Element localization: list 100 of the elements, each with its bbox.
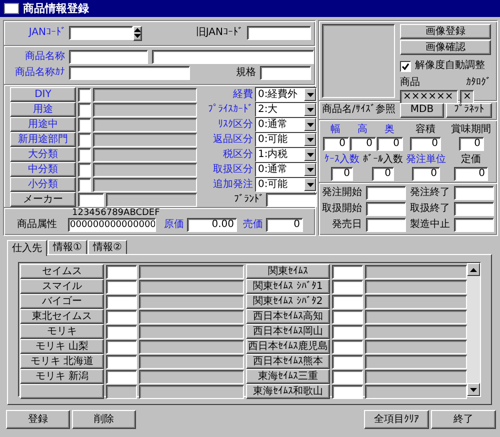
footer-button[interactable]: 登録	[6, 410, 70, 429]
code-field[interactable]	[106, 310, 137, 324]
display-field[interactable]	[93, 178, 197, 192]
scroll-down-button[interactable]	[467, 383, 480, 396]
supplier-button[interactable]: 関東ｾｲﾑｽ ｼﾊﾞﾀ2	[246, 294, 330, 309]
text-field[interactable]	[266, 192, 317, 206]
checkbox[interactable]	[400, 60, 411, 72]
code-field[interactable]	[106, 384, 137, 398]
text-field[interactable]: 0	[322, 137, 348, 151]
text-field[interactable]	[366, 202, 406, 216]
display-field[interactable]	[365, 310, 467, 324]
category-button[interactable]: 新用途部門	[10, 132, 76, 147]
display-field[interactable]	[139, 264, 244, 278]
display-field[interactable]	[139, 310, 244, 324]
dropdown-field[interactable]: 0:通常	[255, 117, 317, 132]
supplier-button[interactable]: 関東ｾｲﾑｽ	[246, 264, 330, 279]
supplier-button[interactable]: モリキ	[20, 324, 104, 339]
code-field[interactable]	[106, 354, 137, 368]
footer-button[interactable]: 削除	[72, 410, 136, 429]
display-field[interactable]	[139, 280, 244, 294]
text-field[interactable]	[366, 218, 406, 232]
supplier-button[interactable]: 東海ｾｲﾑｽ和歌山	[246, 384, 330, 399]
display-field[interactable]	[365, 324, 467, 338]
reference-button[interactable]: MDB	[400, 102, 444, 118]
category-button[interactable]: 大分類	[10, 147, 76, 162]
dropdown-field[interactable]: 0:可能	[255, 132, 317, 147]
tab[interactable]: 仕入先	[7, 240, 47, 256]
dropdown-field[interactable]: 0:通常	[255, 162, 317, 177]
text-field[interactable]: 0	[458, 137, 484, 151]
text-field[interactable]: 0	[331, 167, 353, 181]
tab[interactable]: 情報②	[88, 240, 127, 254]
code-field[interactable]	[332, 310, 363, 324]
category-button[interactable]: 用途中	[10, 117, 76, 132]
code-field[interactable]	[106, 264, 137, 278]
text-field[interactable]: 0	[266, 218, 303, 232]
supplier-button[interactable]: 西日本ｾｲﾑｽ熊本	[246, 354, 330, 369]
code-field[interactable]	[332, 384, 363, 398]
text-field[interactable]: 0	[376, 137, 402, 151]
text-field[interactable]: ××××××	[400, 90, 458, 104]
code-field[interactable]	[332, 340, 363, 354]
code-field[interactable]	[106, 280, 137, 294]
text-field[interactable]	[454, 218, 494, 232]
display-field[interactable]	[93, 118, 197, 132]
display-field[interactable]	[106, 192, 197, 206]
display-field[interactable]	[365, 370, 467, 384]
code-field[interactable]	[106, 340, 137, 354]
supplier-button[interactable]: 西日本ｾｲﾑｽ鹿児島	[246, 339, 330, 354]
dropdown-field[interactable]: 0:可能	[255, 177, 317, 192]
supplier-button[interactable]: 関東ｾｲﾑｽ ｼﾊﾞﾀ1	[246, 279, 330, 294]
display-field[interactable]	[365, 384, 467, 398]
code-field[interactable]	[78, 178, 91, 192]
display-field[interactable]	[365, 280, 467, 294]
display-field[interactable]	[139, 294, 244, 308]
code-field[interactable]	[106, 294, 137, 308]
code-field[interactable]	[78, 162, 91, 176]
dropdown-field[interactable]: 0:経費外	[255, 87, 317, 102]
category-button[interactable]: DIY	[10, 87, 76, 102]
text-field[interactable]	[454, 186, 494, 200]
footer-button[interactable]: 終了	[431, 410, 496, 429]
supplier-button[interactable]: モリキ 山梨	[20, 339, 104, 354]
code-field[interactable]	[78, 192, 104, 206]
code-field[interactable]	[78, 118, 91, 132]
code-field[interactable]	[332, 324, 363, 338]
text-field[interactable]	[69, 66, 190, 80]
display-field[interactable]	[139, 354, 244, 368]
supplier-button[interactable]: スマイル	[20, 279, 104, 294]
supplier-button[interactable]: 西日本ｾｲﾑｽ岡山	[246, 324, 330, 339]
code-field[interactable]	[332, 370, 363, 384]
blank-button[interactable]	[20, 384, 104, 399]
text-field[interactable]: ×	[460, 90, 474, 104]
text-field[interactable]: 0	[372, 167, 394, 181]
code-field[interactable]	[78, 88, 91, 102]
supplier-button[interactable]: 東海ｾｲﾑｽ三重	[246, 369, 330, 384]
supplier-button[interactable]: モリキ 北海道	[20, 354, 104, 369]
display-field[interactable]	[93, 102, 197, 116]
reference-button[interactable]: ﾌﾟﾗﾈｯﾄ	[446, 102, 492, 118]
code-field[interactable]	[332, 354, 363, 368]
code-field[interactable]	[78, 102, 91, 116]
text-field[interactable]	[69, 26, 133, 40]
code-field[interactable]	[332, 294, 363, 308]
text-field[interactable]: 000000000000000	[68, 218, 156, 232]
code-field[interactable]	[78, 132, 91, 146]
supplier-button[interactable]: セイムス	[20, 264, 104, 279]
image-button[interactable]: 画像登録	[400, 24, 491, 39]
text-field[interactable]: 0.00	[187, 218, 237, 232]
category-button[interactable]: 用途	[10, 102, 76, 117]
text-field[interactable]: 0	[350, 137, 376, 151]
dropdown-field[interactable]: 1:内税	[255, 147, 317, 162]
scrollbar-track[interactable]	[467, 263, 480, 396]
category-button[interactable]: 小分類	[10, 177, 76, 192]
scroll-up-button[interactable]	[467, 263, 480, 276]
display-field[interactable]	[139, 340, 244, 354]
display-field[interactable]	[139, 324, 244, 338]
tab[interactable]: 情報①	[48, 240, 87, 254]
display-field[interactable]	[139, 384, 244, 398]
code-field[interactable]	[106, 370, 137, 384]
display-field[interactable]	[365, 264, 467, 278]
text-field[interactable]	[260, 66, 311, 80]
code-field[interactable]	[106, 324, 137, 338]
footer-button[interactable]: 全項目ｸﾘｱ	[364, 410, 429, 429]
